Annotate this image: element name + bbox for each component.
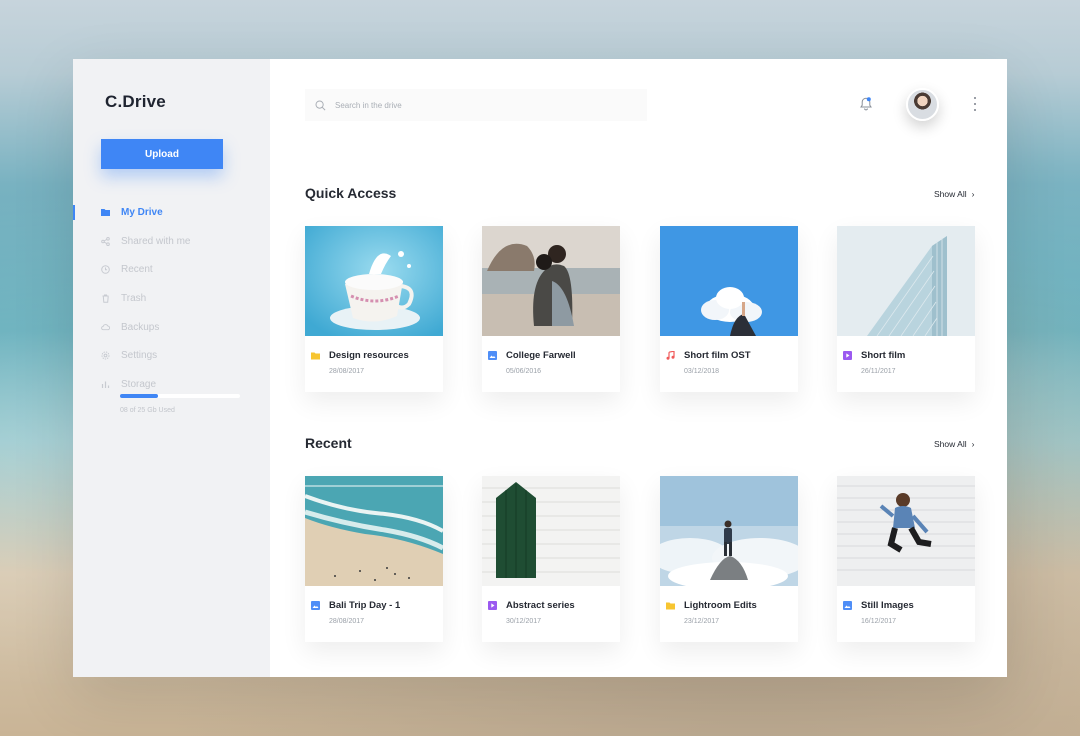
- recent-card-abstract-series[interactable]: Abstract series 30/12/2017: [482, 476, 620, 642]
- sidebar-item-recent[interactable]: Recent: [73, 255, 270, 284]
- card-name: Design resources: [329, 350, 409, 361]
- card-info: Bali Trip Day - 1 28/08/2017: [305, 586, 443, 642]
- thumbnail-couple-beach: [482, 226, 620, 336]
- card-date: 30/12/2017: [506, 618, 542, 625]
- thumbnail-teacup: [305, 226, 443, 336]
- recent-card-still-images[interactable]: Still Images 16/12/2017: [837, 476, 975, 642]
- gear-icon: [101, 351, 110, 360]
- sidebar-nav: My Drive Shared with me Recent Trash Bac…: [73, 198, 270, 399]
- cloud-icon: [101, 323, 110, 332]
- card-info: Lightroom Edits 23/12/2017: [660, 586, 798, 642]
- thumbnail-mountain-clouds: [660, 476, 798, 586]
- sidebar-item-trash[interactable]: Trash: [73, 284, 270, 313]
- app-window: C.Drive Upload My Drive Shared with me R…: [73, 59, 1007, 677]
- card-date: 28/08/2017: [329, 368, 365, 375]
- recent-card-bali-trip[interactable]: Bali Trip Day - 1 28/08/2017: [305, 476, 443, 642]
- image-icon: [488, 351, 497, 360]
- card-date: 23/12/2017: [684, 618, 720, 625]
- trash-icon: [101, 294, 110, 303]
- storage-progress-fill: [120, 394, 159, 398]
- search-icon: [315, 100, 326, 110]
- storage-progress-bar: [120, 394, 240, 398]
- card-date: 28/08/2017: [329, 618, 365, 625]
- search-input[interactable]: [335, 100, 615, 110]
- recent-title: Recent: [305, 435, 352, 451]
- storage-used-text: 08 of 25 Gb Used: [120, 407, 175, 414]
- recent-card-lightroom-edits[interactable]: Lightroom Edits 23/12/2017: [660, 476, 798, 642]
- folder-icon: [311, 352, 320, 360]
- sidebar-item-label: Backups: [121, 321, 160, 333]
- card-name: College Farwell: [506, 350, 576, 361]
- share-icon: [101, 236, 110, 246]
- card-name: Short film OST: [684, 350, 751, 361]
- music-icon: [666, 351, 675, 360]
- card-info: Design resources 28/08/2017: [305, 336, 443, 392]
- card-name: Lightroom Edits: [684, 600, 757, 611]
- chevron-right-icon: ›: [971, 189, 975, 199]
- thumbnail-glass-building: [837, 226, 975, 336]
- thumbnail-woman-jumping: [837, 476, 975, 586]
- card-name: Short film: [861, 350, 906, 361]
- show-all-label: Show All: [934, 189, 967, 199]
- card-date: 16/12/2017: [861, 618, 897, 625]
- thumbnail-cloud-sky: [660, 226, 798, 336]
- card-date: 05/06/2016: [506, 368, 542, 375]
- quick-card-design-resources[interactable]: Design resources 28/08/2017: [305, 226, 443, 392]
- folder-icon: [101, 208, 110, 217]
- folder-icon: [666, 602, 675, 610]
- card-info: Short film OST 03/12/2018: [660, 336, 798, 392]
- sidebar-item-label: Recent: [121, 264, 153, 276]
- upload-button[interactable]: Upload: [101, 139, 223, 169]
- card-name: Bali Trip Day - 1: [329, 600, 401, 611]
- bell-icon[interactable]: [859, 96, 873, 112]
- main-content: Quick Access Show All› D: [270, 59, 1007, 677]
- card-name: Still Images: [861, 600, 914, 611]
- card-info: College Farwell 05/06/2016: [482, 336, 620, 392]
- sidebar-item-shared[interactable]: Shared with me: [73, 227, 270, 256]
- clock-icon: [101, 265, 110, 275]
- video-icon: [488, 601, 497, 610]
- recent-show-all-link[interactable]: Show All ›: [934, 439, 974, 449]
- show-all-label: Show All: [934, 439, 967, 449]
- app-logo: C.Drive: [105, 92, 166, 111]
- card-info: Still Images 16/12/2017: [837, 586, 975, 642]
- thumbnail-green-door: [482, 476, 620, 586]
- top-bar: [270, 59, 1007, 151]
- sidebar-item-label: Settings: [121, 350, 158, 362]
- quick-card-college-farwell[interactable]: College Farwell 05/06/2016: [482, 226, 620, 392]
- card-name: Abstract series: [506, 600, 575, 611]
- image-icon: [843, 601, 852, 610]
- card-date: 26/11/2017: [861, 368, 896, 375]
- more-vertical-icon[interactable]: [973, 97, 977, 111]
- card-date: 03/12/2018: [684, 368, 720, 375]
- sidebar-item-settings[interactable]: Settings: [73, 341, 270, 370]
- quick-access-show-all-link[interactable]: Show All ›: [934, 189, 974, 199]
- card-info: Abstract series 30/12/2017: [482, 586, 620, 642]
- card-info: Short film 26/11/2017: [837, 336, 975, 392]
- quick-card-short-film-ost[interactable]: Short film OST 03/12/2018: [660, 226, 798, 392]
- sidebar-item-label: Shared with me: [121, 235, 191, 247]
- chevron-right-icon: ›: [971, 439, 975, 449]
- sidebar-item-label: Trash: [121, 292, 147, 304]
- avatar[interactable]: [906, 88, 939, 121]
- video-icon: [843, 351, 852, 360]
- image-icon: [311, 601, 320, 610]
- sidebar-item-my-drive[interactable]: My Drive: [73, 198, 270, 227]
- bar-chart-icon: [101, 380, 110, 389]
- search-box[interactable]: [305, 89, 647, 121]
- quick-access-title: Quick Access: [305, 185, 397, 201]
- thumbnail-beach-aerial: [305, 476, 443, 586]
- sidebar-item-backups[interactable]: Backups: [73, 313, 270, 342]
- sidebar-item-label: My Drive: [121, 206, 163, 218]
- sidebar: C.Drive Upload My Drive Shared with me R…: [73, 59, 270, 677]
- quick-card-short-film[interactable]: Short film 26/11/2017: [837, 226, 975, 392]
- sidebar-item-label: Storage: [121, 378, 157, 390]
